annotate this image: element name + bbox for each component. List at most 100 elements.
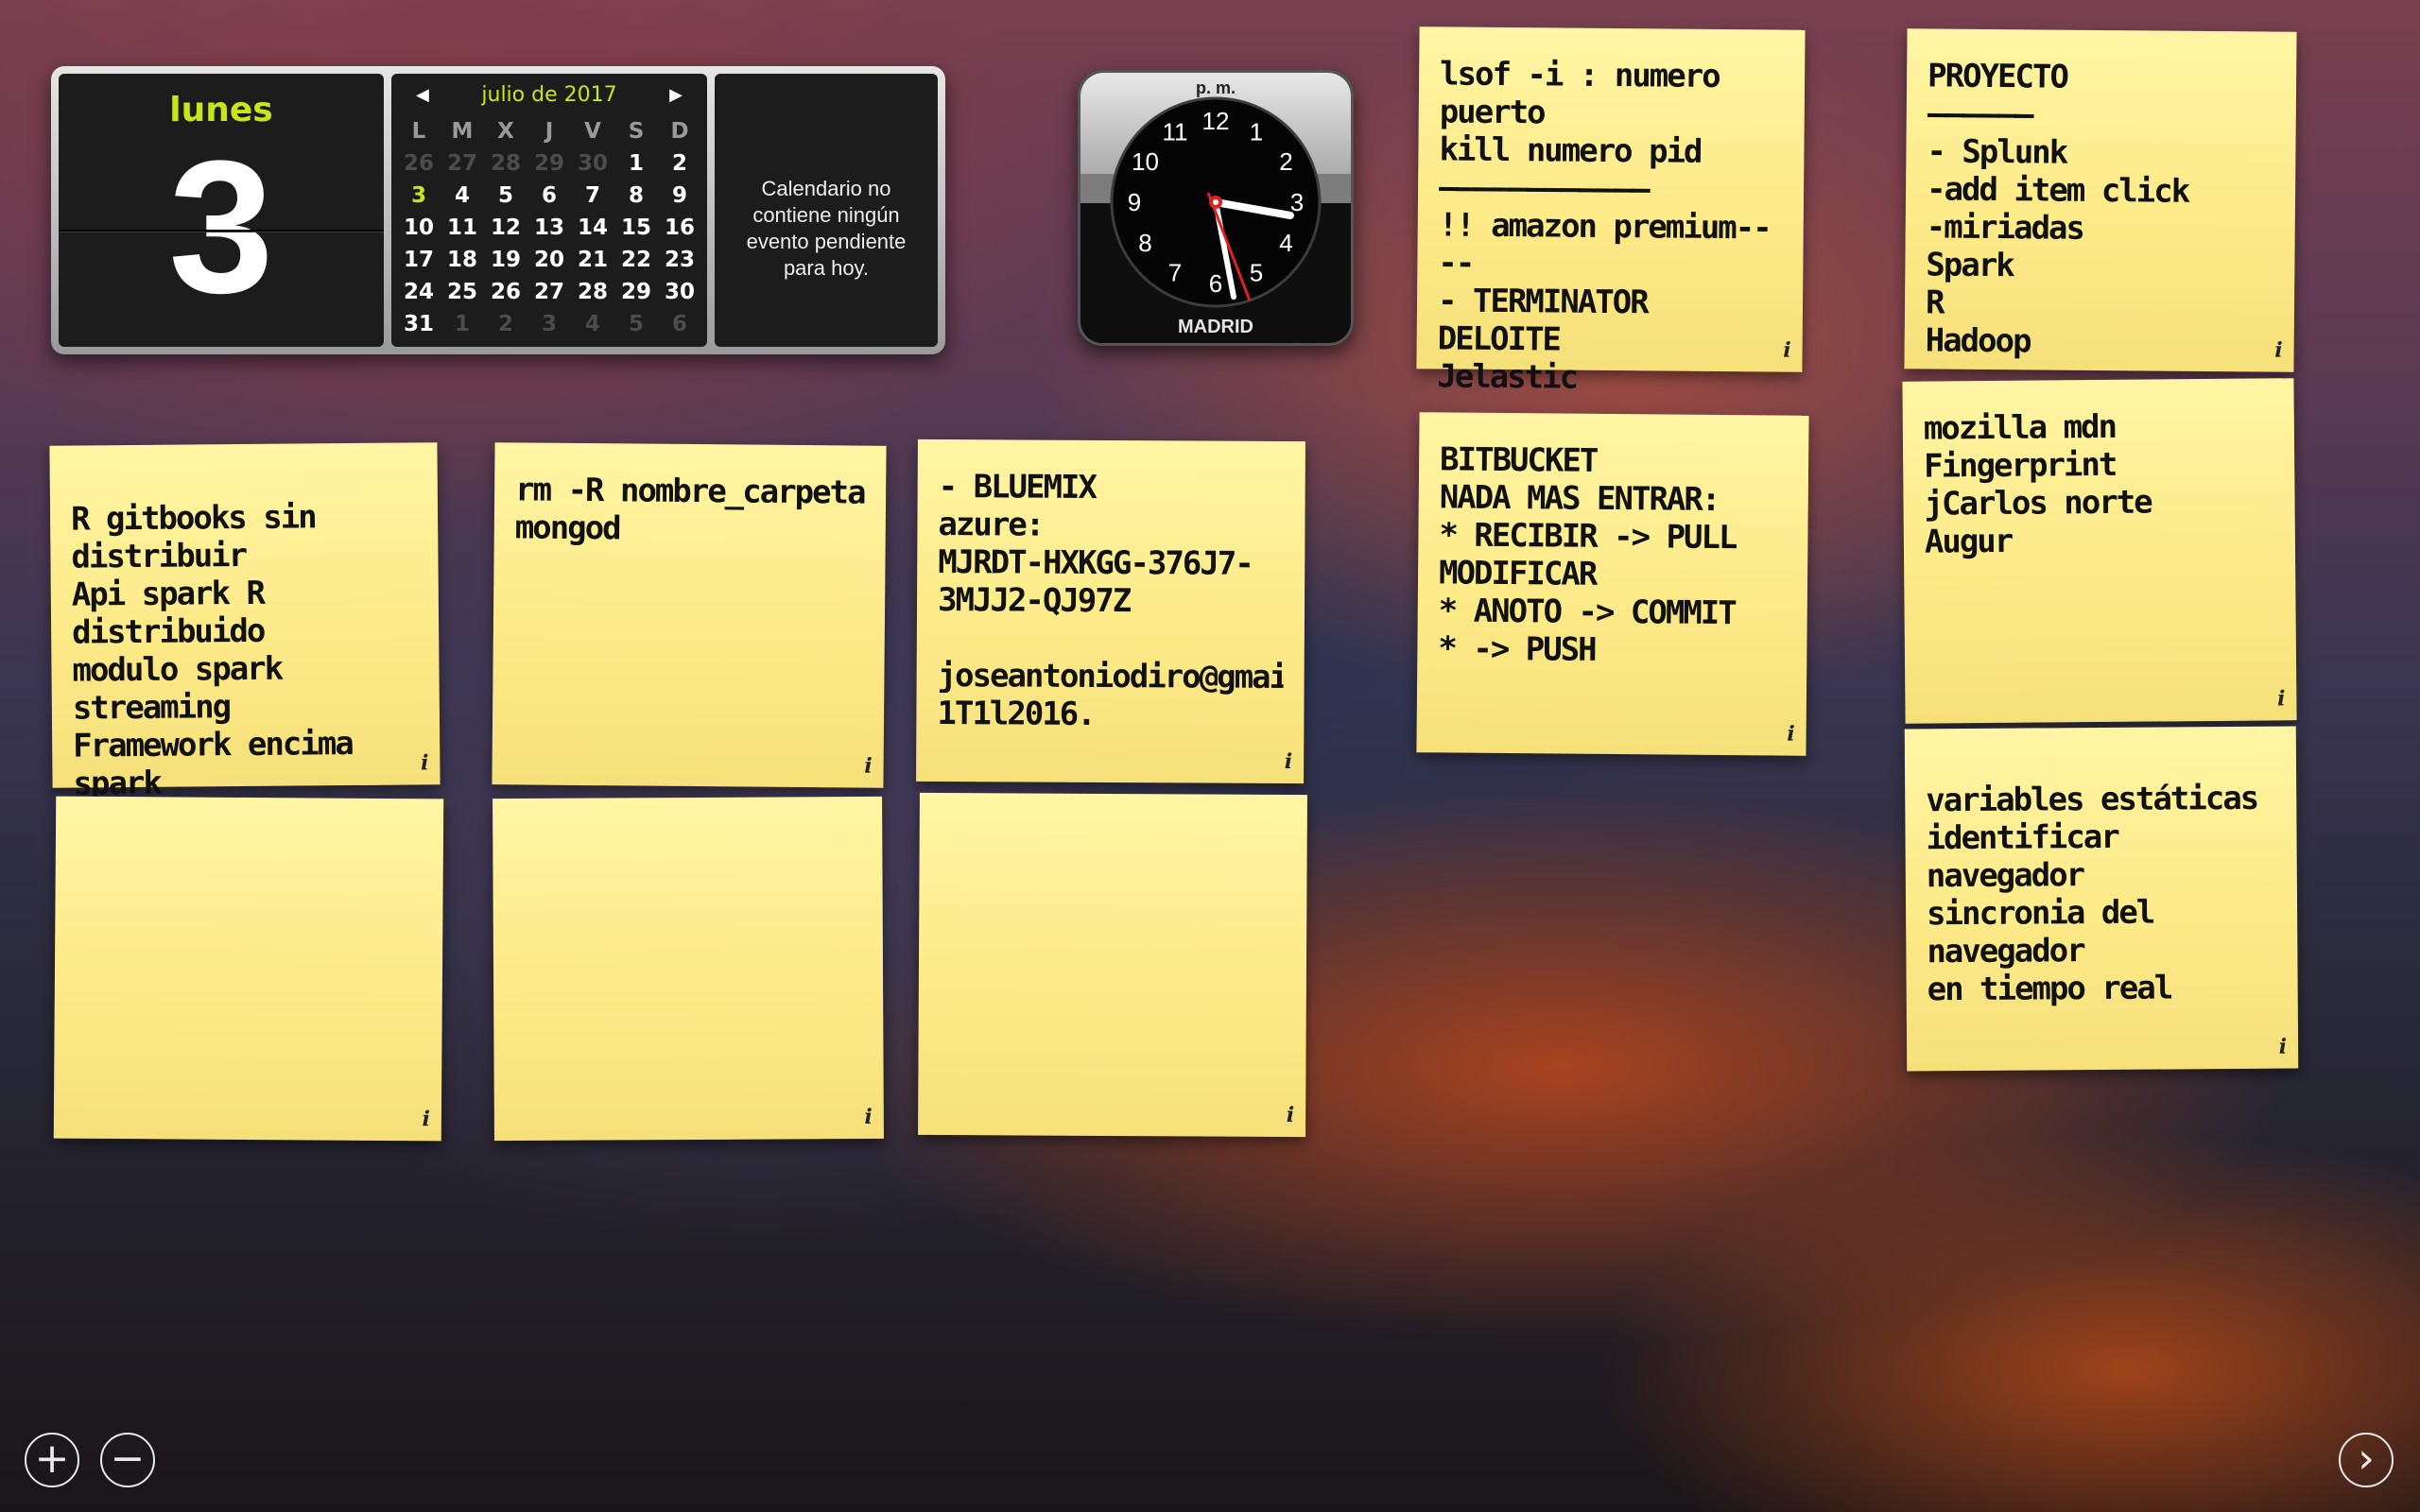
weekday-header: V bbox=[584, 119, 601, 144]
sticky-note-text[interactable]: BITBUCKET NADA MAS ENTRAR: * RECIBIR -> … bbox=[1438, 440, 1788, 670]
sticky-note-text[interactable]: variables estáticas identificar navegado… bbox=[1926, 780, 2277, 1008]
clock-numeral: 8 bbox=[1138, 229, 1151, 257]
sticky-note-text[interactable]: PROYECTO —————— - Splunk -add item click… bbox=[1926, 57, 2276, 362]
clock-city: MADRID bbox=[1178, 317, 1253, 337]
info-icon[interactable]: i bbox=[1287, 1103, 1294, 1127]
sticky-note[interactable]: - BLUEMIX azure: MJRDT-HXKGG-376J7- 3MJJ… bbox=[916, 438, 1305, 784]
weekday-header: X bbox=[497, 119, 514, 144]
clock-numeral: 4 bbox=[1279, 229, 1292, 257]
weekday-header: L bbox=[411, 119, 426, 144]
weekday-header: D bbox=[670, 119, 689, 144]
info-icon[interactable]: i bbox=[864, 1105, 872, 1129]
sticky-note[interactable]: lsof -i : numero puerto kill numero pid … bbox=[1416, 26, 1806, 397]
calendar-events-panel: Calendario no contiene ningún evento pen… bbox=[715, 74, 938, 347]
calendar-day: 11 bbox=[446, 215, 477, 240]
calendar-day: 20 bbox=[533, 248, 564, 272]
calendar-day: 22 bbox=[620, 248, 651, 272]
remove-widget-icon[interactable]: − bbox=[100, 1433, 155, 1487]
calendar-day: 31 bbox=[403, 312, 434, 336]
calendar-day: 12 bbox=[490, 215, 521, 240]
sticky-note-text[interactable] bbox=[941, 821, 1287, 823]
calendar-day: 16 bbox=[664, 215, 695, 240]
sticky-note-text[interactable]: - BLUEMIX azure: MJRDT-HXKGG-376J7- 3MJJ… bbox=[937, 468, 1284, 734]
calendar-day: 2 bbox=[497, 312, 513, 336]
sticky-note[interactable]: R gitbooks sin distribuir Api spark R di… bbox=[49, 442, 441, 803]
sticky-note[interactable]: PROYECTO —————— - Splunk -add item click… bbox=[1904, 28, 2297, 372]
info-icon[interactable]: i bbox=[422, 1107, 430, 1131]
clock-numeral: 12 bbox=[1202, 107, 1230, 135]
sticky-note-text[interactable]: lsof -i : numero puerto kill numero pid … bbox=[1437, 55, 1784, 398]
info-icon[interactable]: i bbox=[1783, 338, 1791, 363]
info-icon[interactable]: i bbox=[864, 754, 873, 779]
calendar-events-text: Calendario no contiene ningún evento pen… bbox=[746, 177, 907, 280]
calendar-day: 3 bbox=[541, 312, 557, 336]
sticky-note-text[interactable] bbox=[77, 825, 423, 828]
clock-numeral: 11 bbox=[1163, 118, 1188, 146]
calendar-day: 18 bbox=[446, 248, 477, 272]
calendar-month-grid: L M X J V S D 26 27 28 29 30 1 2 3 4 5 6 7 8 9 10 11 12 13 14 15 16… bbox=[397, 115, 701, 340]
calendar-day: 28 bbox=[490, 151, 521, 176]
sticky-note-text[interactable]: mozilla mdn Fingerprint jCarlos norte Au… bbox=[1924, 406, 2274, 561]
next-month-icon[interactable]: ▶ bbox=[669, 81, 683, 110]
info-icon[interactable]: i bbox=[1787, 722, 1795, 747]
calendar-month-title: julio de 2017 bbox=[481, 83, 617, 107]
calendar-widget[interactable]: lunes 3 julio de 2017 ◀ ▶ L M X J V S D 26 27 28 2… bbox=[51, 66, 945, 354]
calendar-day: 7 bbox=[584, 183, 600, 208]
calendar-day: 4 bbox=[454, 183, 470, 208]
prev-month-icon[interactable]: ◀ bbox=[416, 81, 429, 110]
sticky-note-text[interactable]: rm -R nombre_carpeta mongod bbox=[515, 471, 866, 549]
sticky-note-text[interactable] bbox=[513, 825, 861, 827]
calendar-day: 8 bbox=[628, 183, 644, 208]
calendar-day: 29 bbox=[620, 280, 651, 304]
sticky-note[interactable]: mozilla mdn Fingerprint jCarlos norte Au… bbox=[1902, 378, 2297, 724]
calendar-day: 26 bbox=[490, 280, 521, 304]
calendar-day: 17 bbox=[403, 248, 434, 272]
calendar-day: 27 bbox=[446, 151, 477, 176]
clock-face: p. m. MADRID 12 1234567891011 bbox=[1080, 73, 1351, 343]
sticky-note[interactable]: BITBUCKET NADA MAS ENTRAR: * RECIBIR -> … bbox=[1416, 412, 1809, 756]
next-page-icon[interactable]: › bbox=[2339, 1433, 2394, 1487]
calendar-day: 6 bbox=[671, 312, 687, 336]
calendar-day: 4 bbox=[584, 312, 600, 336]
clock-numeral: 1 bbox=[1250, 118, 1263, 146]
calendar-fold-divider bbox=[59, 230, 384, 232]
calendar-day: 29 bbox=[533, 151, 564, 176]
calendar-day: 24 bbox=[403, 280, 434, 304]
clock-numeral: 5 bbox=[1250, 258, 1263, 286]
info-icon[interactable]: i bbox=[421, 750, 429, 775]
info-icon[interactable]: i bbox=[2277, 686, 2286, 711]
calendar-day: 5 bbox=[497, 183, 513, 208]
calendar-day-today: 3 bbox=[410, 183, 426, 208]
calendar-day: 14 bbox=[577, 215, 608, 240]
sticky-note[interactable]: i bbox=[918, 792, 1307, 1138]
sticky-note-text[interactable]: R gitbooks sin distribuir Api spark R di… bbox=[71, 497, 420, 802]
calendar-day-number: 3 bbox=[168, 122, 274, 333]
weekday-header: J bbox=[544, 119, 554, 144]
clock-numeral: 7 bbox=[1168, 258, 1182, 286]
clock-numeral: 10 bbox=[1132, 147, 1159, 176]
info-icon[interactable]: i bbox=[1285, 749, 1292, 774]
calendar-day: 30 bbox=[664, 280, 695, 304]
calendar-day-panel: lunes 3 bbox=[59, 74, 384, 347]
sticky-note[interactable]: i bbox=[53, 796, 444, 1142]
clock-numeral: 2 bbox=[1279, 147, 1292, 176]
sticky-note[interactable]: rm -R nombre_carpeta mongod i bbox=[492, 442, 887, 788]
info-icon[interactable]: i bbox=[2279, 1035, 2288, 1059]
add-widget-icon[interactable]: + bbox=[25, 1433, 79, 1487]
calendar-day: 1 bbox=[628, 151, 644, 176]
info-icon[interactable]: i bbox=[2274, 338, 2283, 363]
calendar-day: 6 bbox=[541, 183, 557, 208]
sticky-note[interactable]: variables estáticas identificar navegado… bbox=[1904, 726, 2299, 1072]
calendar-day: 28 bbox=[577, 280, 608, 304]
calendar-day: 1 bbox=[454, 312, 470, 336]
calendar-day: 5 bbox=[628, 312, 644, 336]
clock-numeral: 6 bbox=[1209, 269, 1222, 298]
calendar-day: 10 bbox=[403, 215, 434, 240]
clock-numeral: 9 bbox=[1128, 188, 1141, 216]
clock-period: p. m. bbox=[1196, 78, 1236, 97]
calendar-day: 26 bbox=[403, 151, 434, 176]
clock-widget[interactable]: p. m. MADRID 12 1 2 3 4 5 6 7 8 9 10 11 bbox=[1078, 70, 1354, 346]
sticky-note[interactable]: i bbox=[493, 796, 884, 1142]
calendar-day: 13 bbox=[533, 215, 564, 240]
calendar-day: 19 bbox=[490, 248, 521, 272]
